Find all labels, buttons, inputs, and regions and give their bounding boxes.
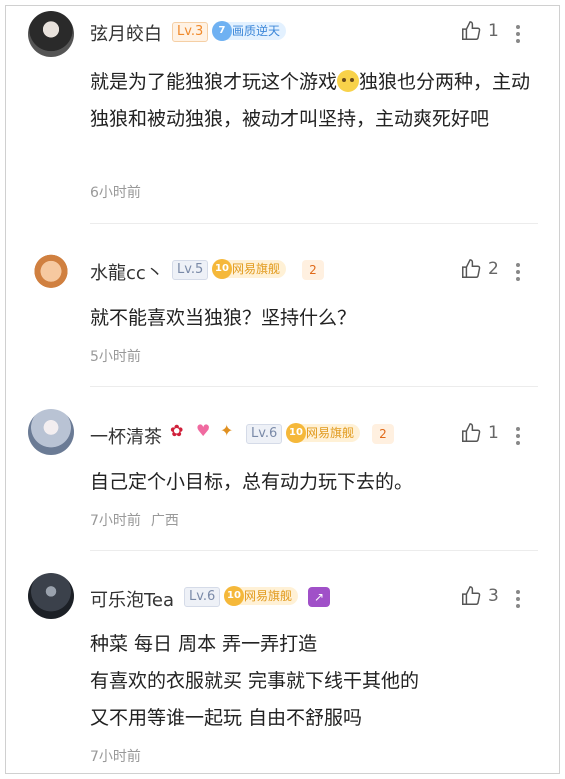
badge-number: 7 — [212, 21, 232, 41]
avatar[interactable] — [28, 246, 74, 292]
thumbs-up-icon — [462, 423, 481, 442]
comment-line: 种菜 每日 周本 弄一弄打造 — [90, 633, 318, 655]
comment-line: 又不用等谁一起玩 自由不舒服吗 — [90, 707, 363, 729]
thumbs-up-icon — [462, 586, 481, 605]
avatar[interactable] — [28, 409, 74, 455]
divider — [90, 386, 538, 387]
game-medal-icon: 2 — [302, 260, 324, 280]
like-count: 2 — [488, 259, 499, 279]
vip-badge: 10 网易旗舰 — [212, 259, 287, 279]
level-badge: Lv.3 — [172, 22, 209, 42]
comment-text: 自己定个小目标，总有动力玩下去的。 — [90, 471, 414, 493]
username[interactable]: 一杯清茶 — [90, 423, 162, 449]
more-vertical-icon[interactable] — [516, 587, 520, 611]
maple-leaf-icon: ✦ — [220, 421, 234, 440]
badge-label: 网易旗舰 — [244, 589, 293, 603]
like-button[interactable]: 1 — [460, 20, 499, 42]
avatar[interactable] — [28, 11, 74, 57]
comment-line: 有喜欢的衣服就买 完事就下线干其他的 — [90, 670, 420, 692]
sagittarius-icon: ↗ — [308, 587, 330, 607]
level-badge: Lv.5 — [172, 260, 209, 280]
comment-meta: 7小时前 广西 — [90, 513, 179, 529]
vip-badge: 10 网易旗舰 — [286, 423, 361, 443]
more-vertical-icon[interactable] — [516, 22, 520, 46]
comment-meta: 5小时前 — [90, 349, 141, 365]
ribbon-icon: ✿ — [170, 421, 184, 440]
vip-badge: 10 网易旗舰 — [224, 586, 299, 606]
username[interactable]: 弦月皎白 — [90, 20, 162, 46]
like-button[interactable]: 2 — [460, 258, 499, 280]
heart-icon: ♥ — [196, 421, 211, 440]
comment-text: 就不能喜欢当独狼？坚持什么？ — [90, 307, 357, 329]
comment-text: 种菜 每日 周本 弄一弄打造 有喜欢的衣服就买 完事就下线干其他的 又不用等谁一… — [90, 626, 540, 737]
comment-meta: 6小时前 — [90, 185, 141, 201]
vip-badge: 7 画质逆天 — [212, 21, 287, 41]
like-button[interactable]: 1 — [460, 422, 499, 444]
badge-label: 画质逆天 — [232, 24, 281, 38]
username[interactable]: 可乐泡Tea — [90, 586, 174, 612]
comment-text: 就是为了能独狼才玩这个游戏 独狼也分两种，主动独狼和被动独狼，被动才叫坚持，主动爽… — [90, 70, 531, 130]
thinking-face-emoji — [337, 70, 360, 92]
level-badge: Lv.6 — [246, 424, 283, 444]
like-count: 1 — [488, 423, 499, 443]
badge-label: 网易旗舰 — [306, 426, 355, 440]
game-medal-icon: 2 — [372, 424, 394, 444]
like-count: 3 — [488, 586, 499, 606]
divider — [90, 223, 538, 224]
badge-number: 10 — [286, 423, 306, 443]
thumbs-up-icon — [462, 259, 481, 278]
more-vertical-icon[interactable] — [516, 260, 520, 284]
thumbs-up-icon — [462, 21, 481, 40]
like-count: 1 — [488, 21, 499, 41]
username[interactable]: 水龍cc丶 — [90, 259, 164, 285]
comment-list: 弦月皎白 Lv.3 7 画质逆天 1 就是为了能独狼才玩这个游戏 独狼也分两种，主… — [5, 5, 560, 774]
like-button[interactable]: 3 — [460, 585, 499, 607]
badge-number: 10 — [212, 259, 232, 279]
comment-meta: 7小时前 — [90, 749, 141, 765]
divider — [90, 550, 538, 551]
avatar[interactable] — [28, 573, 74, 619]
level-badge: Lv.6 — [184, 587, 221, 607]
badge-number: 10 — [224, 586, 244, 606]
badge-label: 网易旗舰 — [232, 262, 281, 276]
more-vertical-icon[interactable] — [516, 424, 520, 448]
